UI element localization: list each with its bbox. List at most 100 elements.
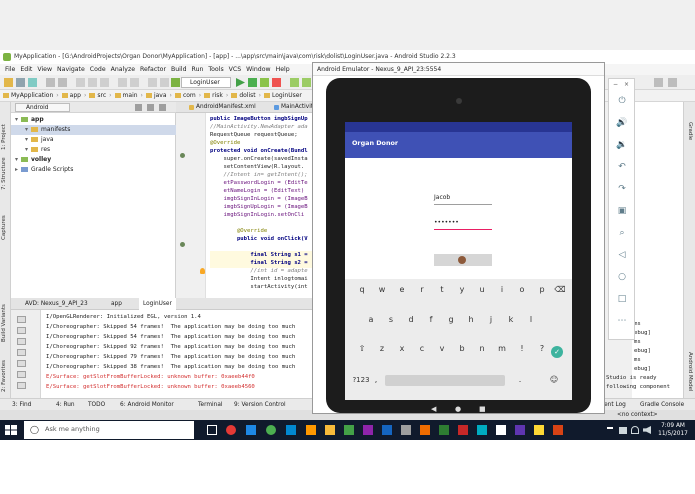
key-d[interactable]: d — [402, 312, 420, 328]
sign-in-button[interactable] — [434, 254, 492, 266]
run-configuration-select[interactable]: LoginUser — [181, 77, 231, 88]
app-taskbar-icon[interactable] — [363, 425, 373, 435]
camera-icon[interactable]: ▣ — [616, 205, 628, 217]
key-o[interactable]: o — [513, 282, 531, 298]
key-f[interactable]: f — [422, 312, 440, 328]
sync-panel-icon[interactable] — [135, 104, 142, 111]
make-project-icon[interactable] — [171, 78, 180, 87]
key-shift[interactable]: ⇧ — [353, 341, 371, 357]
key-s[interactable]: s — [382, 312, 400, 328]
breadcrumb-item[interactable]: risk › — [201, 90, 228, 102]
volume-up-icon[interactable]: 🔊 — [616, 117, 628, 129]
menu-view[interactable]: View — [37, 64, 52, 75]
undo-icon[interactable] — [46, 78, 55, 87]
microphone-icon[interactable]: ◯ — [30, 425, 39, 434]
tool-tab-android-model[interactable]: Android Model — [687, 352, 693, 392]
enter-key[interactable]: ✓ — [549, 345, 565, 359]
tool-tab-1-project[interactable]: 1: Project — [1, 124, 7, 150]
breadcrumb-item[interactable]: main › — [112, 90, 143, 102]
print-icon[interactable] — [17, 349, 26, 356]
logcat-tab[interactable]: app — [107, 298, 126, 310]
code-editor[interactable]: public ImageButton imgbSignUp//MainActiv… — [206, 113, 316, 298]
vs-icon[interactable] — [515, 425, 525, 435]
show-hidden-icons-icon[interactable] — [607, 427, 613, 433]
sdk-manager-icon[interactable] — [302, 78, 311, 87]
menu-vcs[interactable]: VCS — [229, 64, 241, 75]
overview-icon[interactable]: □ — [616, 293, 628, 305]
wifi-icon[interactable] — [631, 426, 639, 434]
tree-item-manifests[interactable]: ▾ manifests — [11, 125, 176, 135]
key-c[interactable]: c — [413, 341, 431, 357]
more-icon[interactable]: ⋯ — [616, 315, 628, 327]
back-icon[interactable]: ◁ — [616, 249, 628, 261]
system-clock[interactable]: 7:09 AM 11/5/2017 — [656, 422, 690, 438]
tool-tab-2-favorites[interactable]: 2: Favorites — [1, 360, 7, 392]
powerpoint-icon[interactable] — [458, 425, 468, 435]
breadcrumb-item[interactable]: com › — [172, 90, 201, 102]
key-z[interactable]: z — [373, 341, 391, 357]
breadcrumb-item[interactable]: app › — [59, 90, 86, 102]
help-icon[interactable] — [668, 78, 677, 87]
key-a[interactable]: a — [362, 312, 380, 328]
soft-wrap-icon[interactable] — [17, 338, 26, 345]
rotate-right-icon[interactable]: ↷ — [616, 183, 628, 195]
redo-icon[interactable] — [58, 78, 67, 87]
stop-icon[interactable] — [272, 78, 281, 87]
tree-item-java[interactable]: ▾ java — [11, 135, 176, 145]
recents-nav-icon[interactable]: ■ — [479, 405, 486, 413]
minimize-icon[interactable]: − — [613, 81, 618, 88]
zoom-icon[interactable]: ⌕ — [616, 227, 628, 239]
key-b[interactable]: b — [453, 341, 471, 357]
menu-build[interactable]: Build — [171, 64, 187, 75]
home-icon[interactable]: ○ — [616, 271, 628, 283]
gear-icon[interactable] — [159, 104, 166, 111]
menu-tools[interactable]: Tools — [208, 64, 223, 75]
key-v[interactable]: v — [433, 341, 451, 357]
tree-item-volley[interactable]: ▾ volley — [11, 155, 176, 165]
volume-icon[interactable] — [643, 426, 651, 434]
tool-tab-7-structure[interactable]: 7: Structure — [1, 157, 7, 190]
key-l[interactable]: l — [522, 312, 540, 328]
menu-navigate[interactable]: Navigate — [57, 64, 85, 75]
collapse-all-icon[interactable] — [147, 104, 154, 111]
search-box[interactable]: ◯ Ask me anything — [24, 421, 194, 439]
tool-tab-gradle[interactable]: Gradle — [687, 122, 693, 140]
folder-taskbar-icon[interactable] — [534, 425, 544, 435]
backspace-key[interactable]: ⌫ — [551, 282, 569, 298]
word-icon[interactable] — [382, 425, 392, 435]
power-icon[interactable]: ⏻ — [616, 95, 628, 107]
key-t[interactable]: t — [433, 282, 451, 298]
key-w[interactable]: w — [373, 282, 391, 298]
opera-icon[interactable] — [226, 425, 236, 435]
excel-icon[interactable] — [439, 425, 449, 435]
copy-icon[interactable] — [88, 78, 97, 87]
key-x[interactable]: x — [393, 341, 411, 357]
back-icon[interactable] — [148, 78, 157, 87]
cut-icon[interactable] — [76, 78, 85, 87]
menu-window[interactable]: Window — [246, 64, 270, 75]
close-icon[interactable]: × — [624, 81, 629, 88]
file-explorer-icon[interactable] — [325, 425, 335, 435]
open-folder-icon[interactable] — [4, 78, 13, 87]
search-everywhere-icon[interactable] — [654, 78, 663, 87]
home-nav-icon[interactable]: ● — [455, 405, 461, 413]
menu-code[interactable]: Code — [90, 64, 106, 75]
key-u[interactable]: u — [473, 282, 491, 298]
emoji-key[interactable]: ☺ — [545, 372, 563, 388]
app2-taskbar-icon[interactable] — [553, 425, 563, 435]
key-g[interactable]: g — [442, 312, 460, 328]
settings-taskbar-icon[interactable] — [401, 425, 411, 435]
username-field[interactable]: Jacob — [434, 194, 492, 205]
breadcrumb-item[interactable]: dolist › — [228, 90, 261, 102]
volume-down-icon[interactable]: 🔉 — [616, 139, 628, 151]
clear-log-icon[interactable] — [17, 316, 26, 323]
android-studio-taskbar-icon[interactable] — [344, 425, 354, 435]
key-i[interactable]: i — [493, 282, 511, 298]
windows-start-icon[interactable] — [4, 424, 18, 436]
menu-refactor[interactable]: Refactor — [140, 64, 166, 75]
logcat-tab[interactable]: LoginUser — [139, 298, 176, 310]
task-view-icon[interactable] — [207, 425, 217, 435]
tree-item-gradle-scripts[interactable]: ▸ Gradle Scripts — [11, 165, 176, 175]
override-marker-icon[interactable] — [180, 153, 185, 158]
override-marker-icon[interactable] — [180, 242, 185, 247]
